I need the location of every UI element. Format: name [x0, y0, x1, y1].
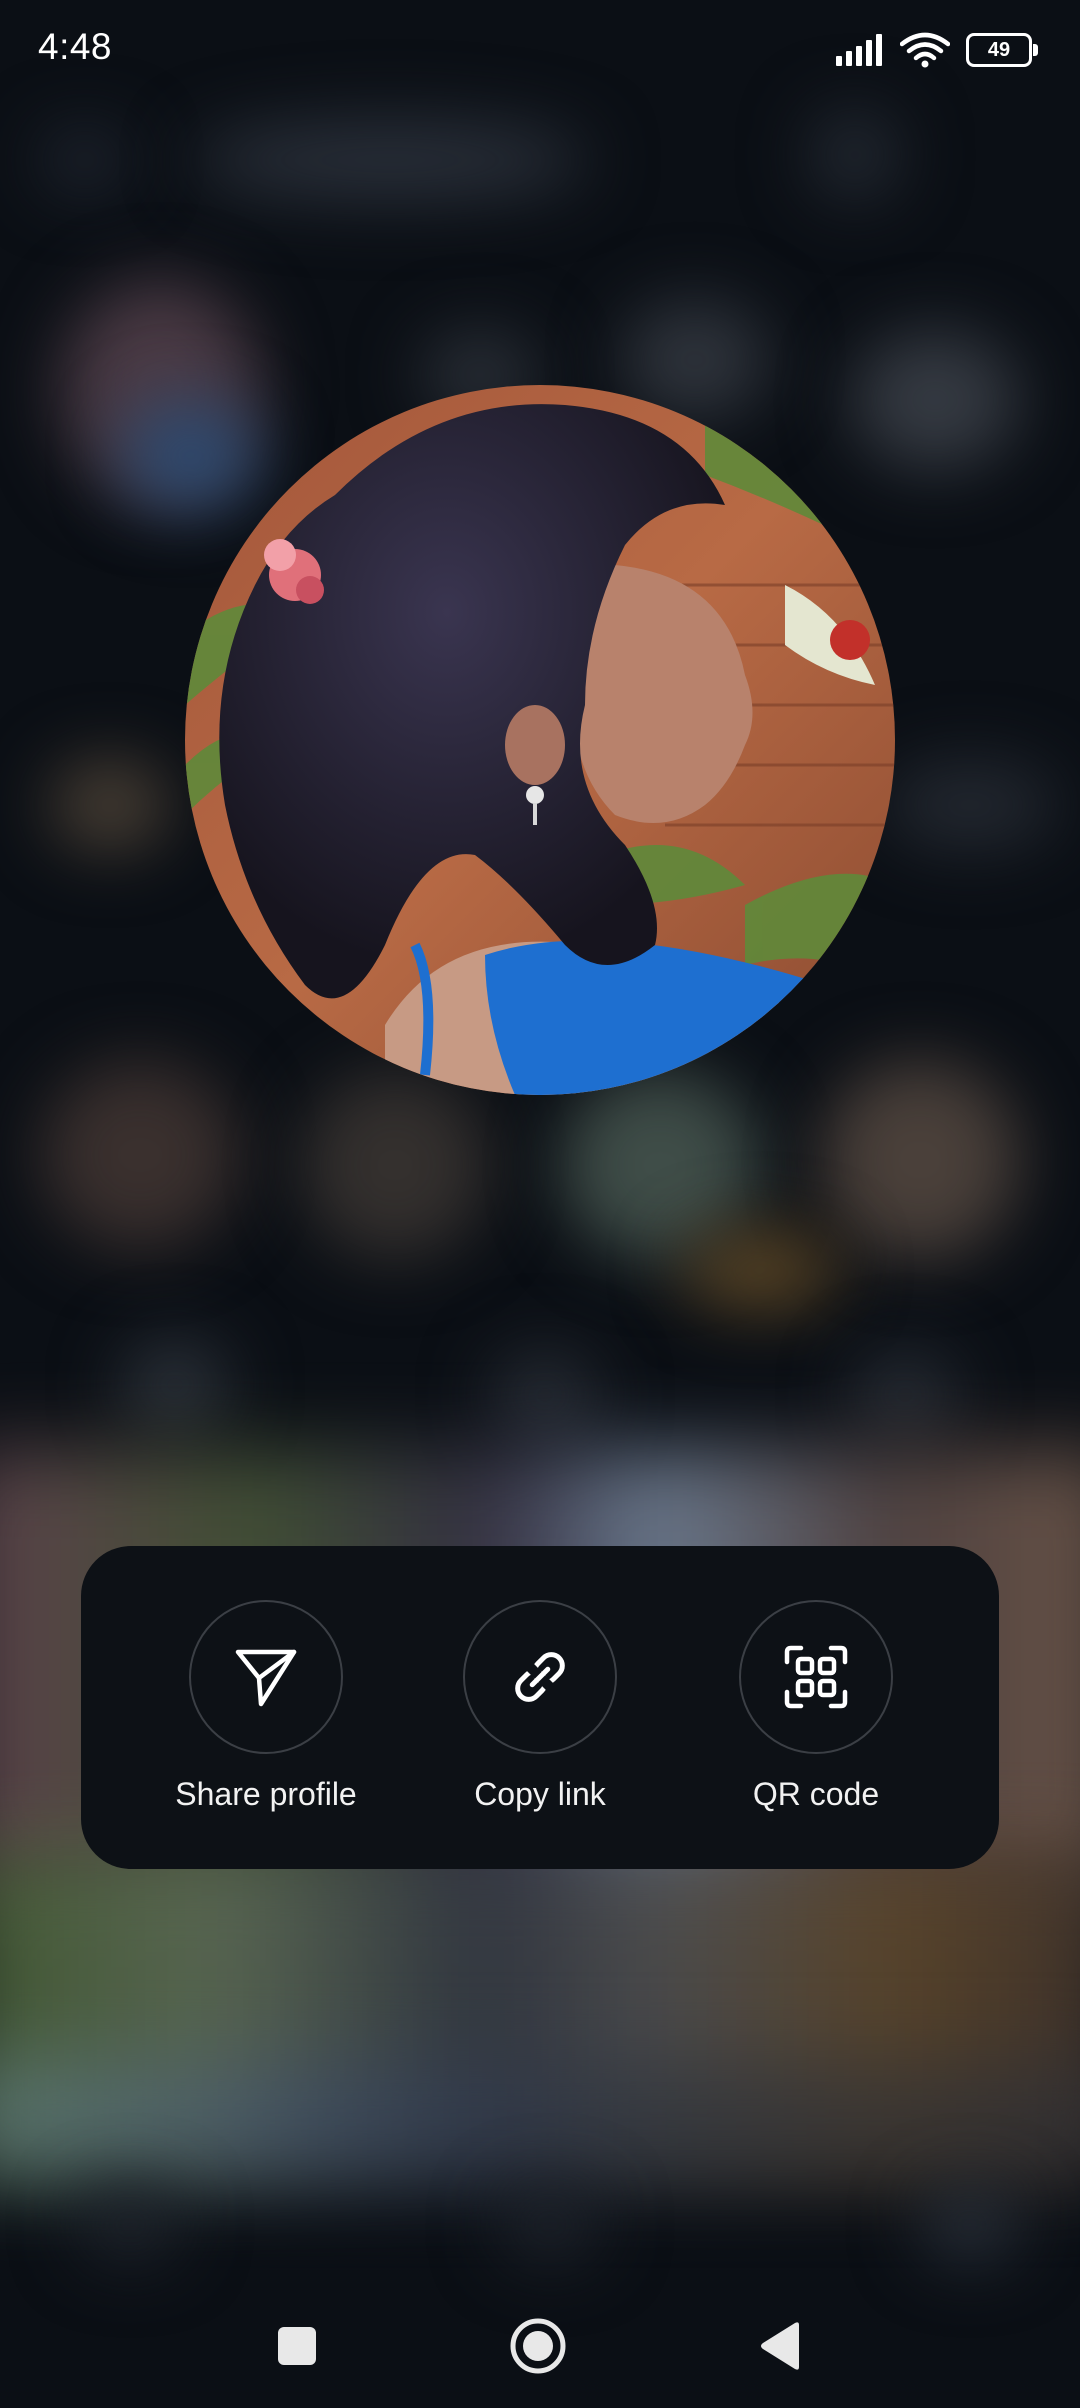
home-icon — [510, 2318, 566, 2374]
blurred-avatar-blue — [120, 400, 260, 510]
blurred-menu — [810, 110, 900, 200]
qr-code-label: QR code — [752, 1776, 880, 1812]
blurred-post-grid-row — [0, 2060, 1080, 2180]
blurred-bio — [880, 760, 1060, 850]
blurred-username — [190, 120, 590, 200]
blurred-back-button — [40, 130, 130, 190]
recents-button[interactable] — [267, 2316, 327, 2376]
blurred-highlight — [560, 1070, 760, 1260]
wifi-icon — [900, 32, 950, 68]
blurred-tab — [120, 1340, 230, 1430]
copy-link-label: Copy link — [474, 1776, 606, 1812]
link-icon — [515, 1652, 565, 1702]
blurred-bottom-tab — [80, 2190, 180, 2260]
status-icons: 49 — [836, 30, 1038, 70]
recents-icon — [278, 2327, 316, 2365]
qr-code-circle[interactable] — [739, 1600, 893, 1754]
status-time: 4:48 — [38, 26, 113, 67]
blurred-highlight — [820, 1060, 1020, 1260]
blurred-highlight — [40, 1060, 240, 1250]
blurred-stat — [850, 330, 1020, 470]
home-button[interactable] — [508, 2316, 568, 2376]
blurred-highlight — [300, 1070, 490, 1260]
blurred-bottom-tab — [500, 2190, 600, 2260]
battery-level: 49 — [987, 38, 1011, 61]
share-profile-circle[interactable] — [189, 1600, 343, 1754]
qr-code-button[interactable]: QR code — [676, 1600, 956, 1813]
share-actions-card: Share profile Copy link QR code — [81, 1546, 999, 1869]
blurred-tab — [850, 1350, 960, 1440]
profile-photo — [185, 385, 895, 1095]
signal-icon — [836, 34, 882, 66]
blurred-tab — [490, 1350, 600, 1440]
profile-picture — [185, 385, 895, 1095]
back-button[interactable] — [750, 2316, 810, 2376]
share-profile-button[interactable]: Share profile — [126, 1600, 406, 1813]
qr-code-icon — [784, 1645, 848, 1709]
blurred-highlight — [680, 1230, 840, 1310]
blurred-bio — [50, 760, 170, 850]
back-icon — [761, 2322, 799, 2370]
copy-link-circle[interactable] — [463, 1600, 617, 1754]
share-profile-label: Share profile — [175, 1776, 357, 1812]
status-bar: 4:48 49 — [0, 0, 1080, 100]
copy-link-button[interactable]: Copy link — [400, 1600, 680, 1813]
navigation-bar — [0, 2276, 1080, 2408]
battery-icon: 49 — [966, 33, 1038, 67]
blurred-profile-background — [0, 0, 1080, 2408]
send-icon — [235, 1649, 297, 1707]
blurred-bottom-tab — [920, 2190, 1020, 2260]
